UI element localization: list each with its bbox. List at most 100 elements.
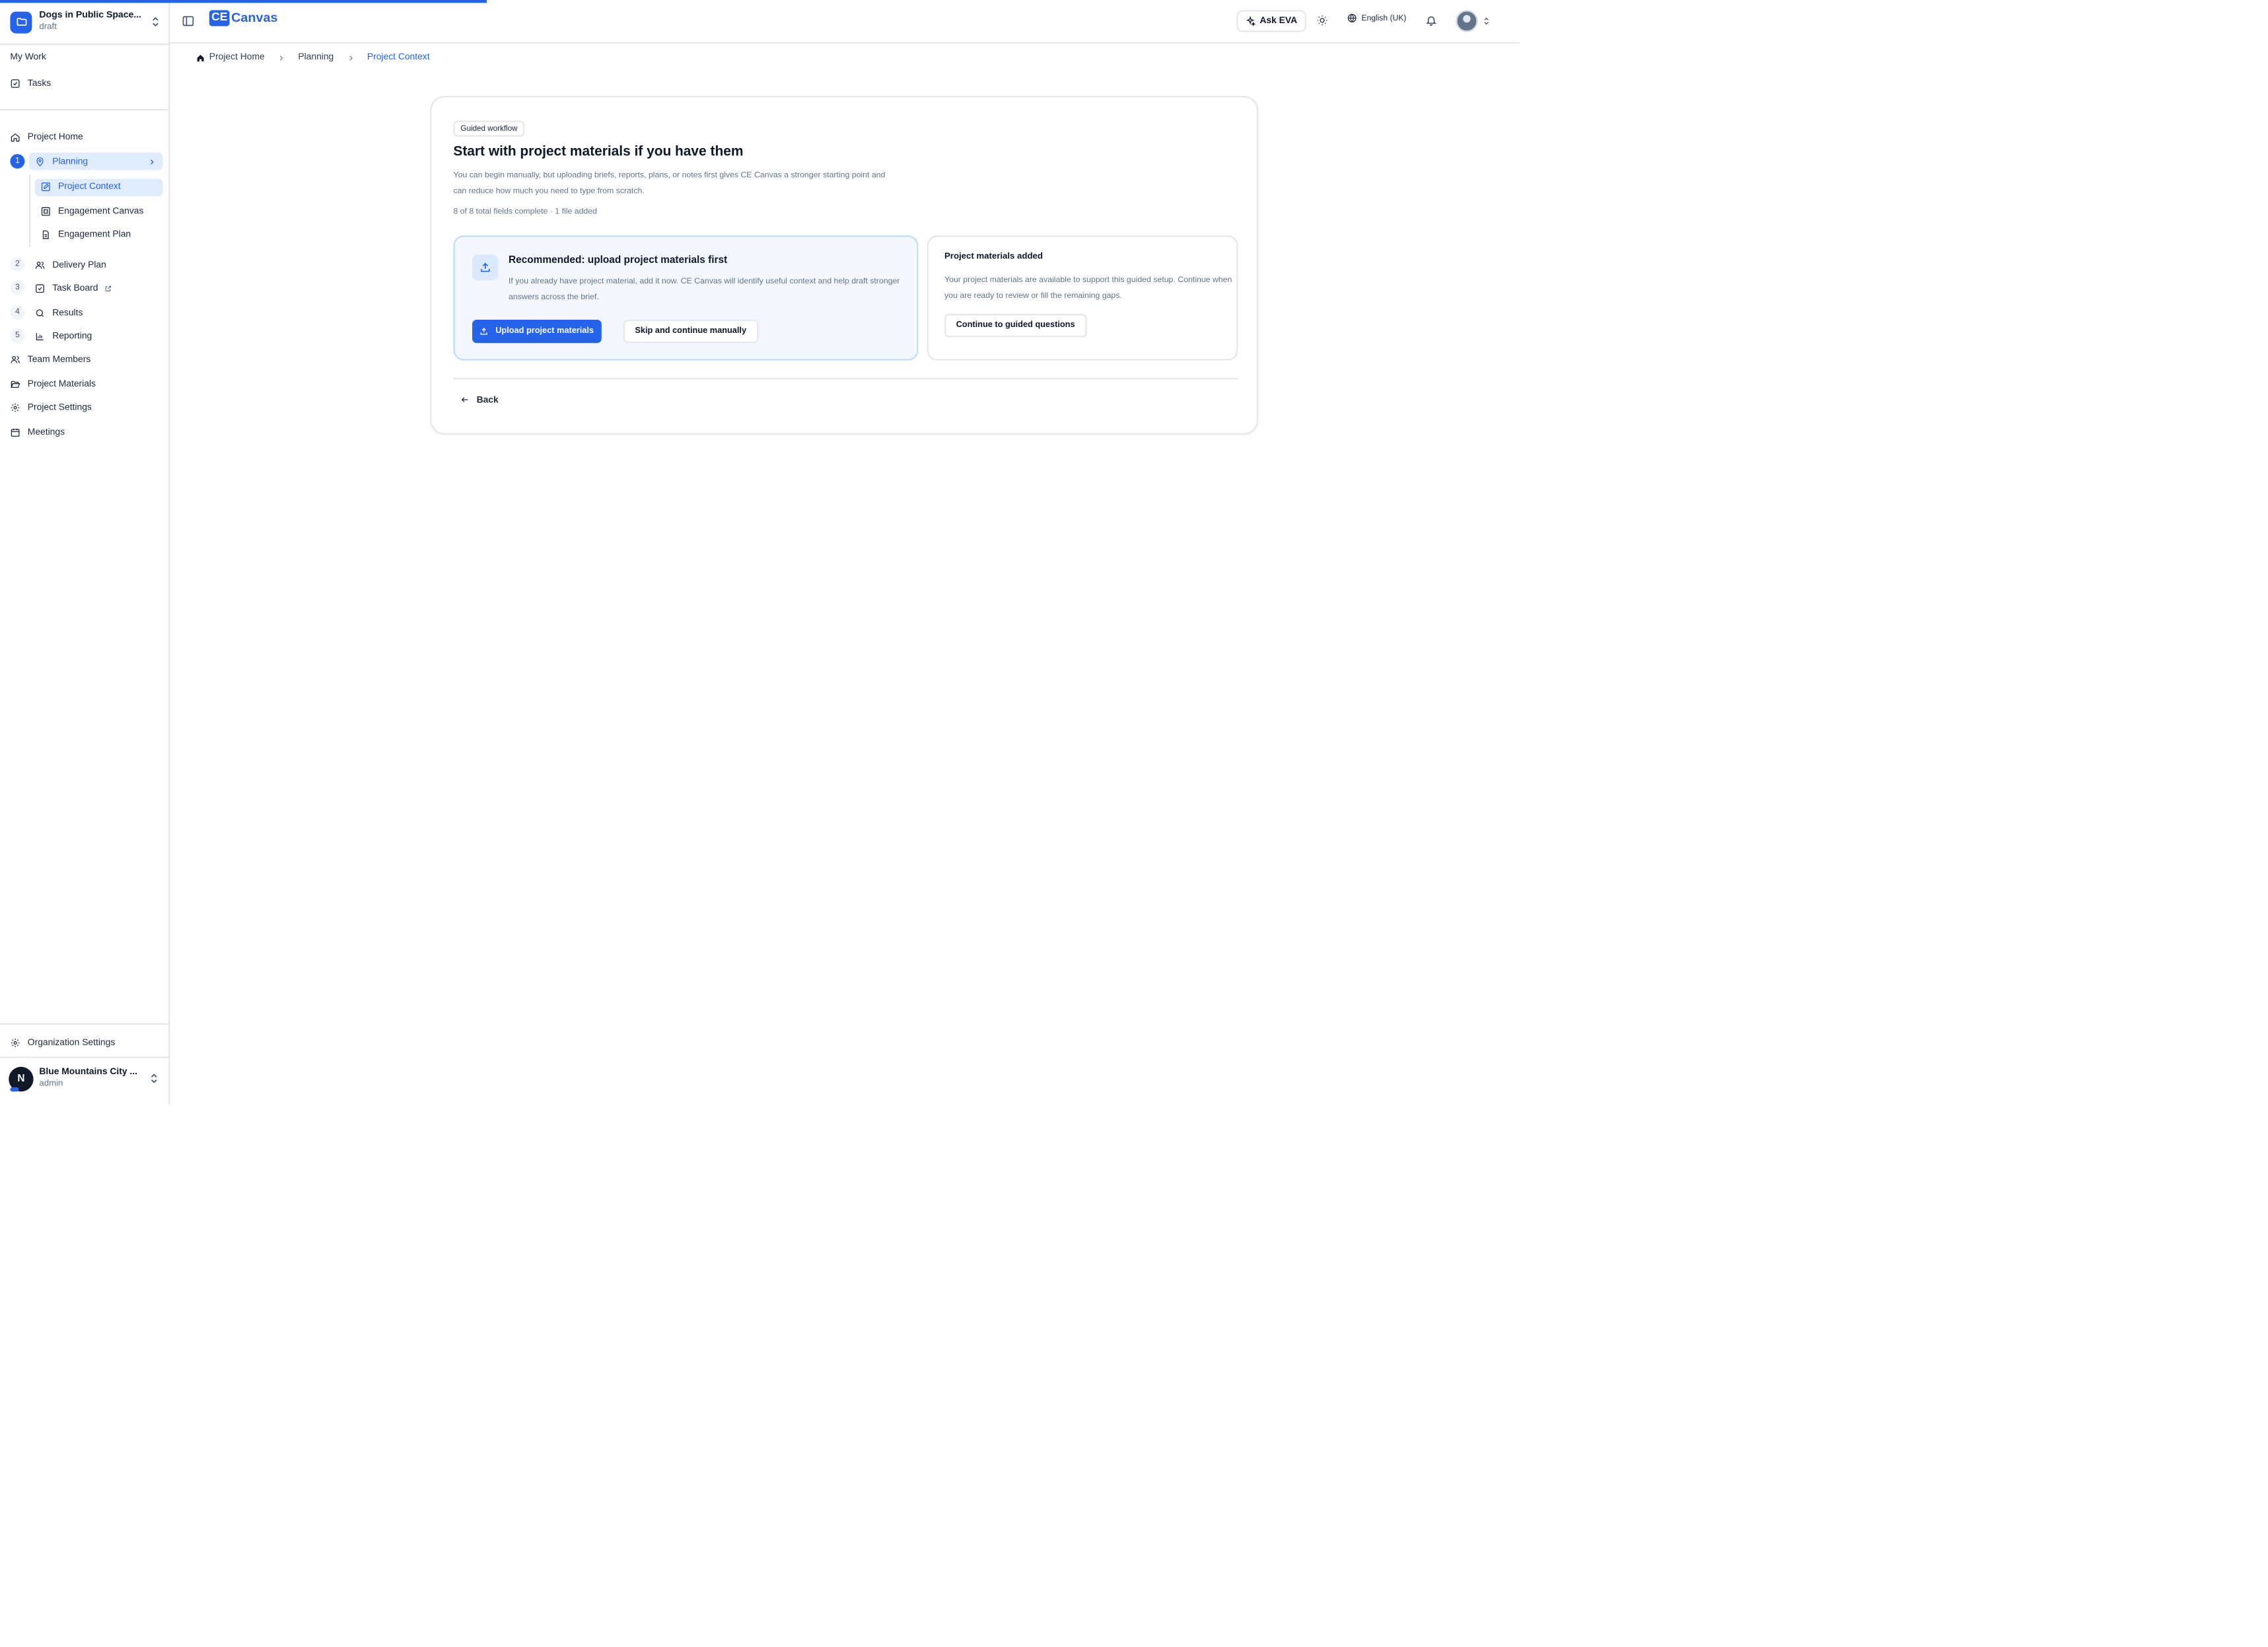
engagement-plan-label: Engagement Plan [58,229,131,240]
sidebar-divider [0,1056,170,1058]
chevrons-up-down-icon [151,1074,157,1083]
top-bar: CE Canvas Ask EVA English (UK) [170,0,1520,44]
guided-workflow-badge: Guided workflow [453,120,525,137]
sun-icon[interactable] [1316,15,1328,26]
engagement-canvas-label: Engagement Canvas [58,206,144,217]
step-badge-4: 4 [10,305,25,320]
breadcrumb-planning[interactable]: Planning [298,52,334,62]
user-role: admin [39,1080,63,1089]
chevron-right-icon [151,159,154,165]
delivery-plan-label: Delivery Plan [52,260,106,271]
chevrons-up-down-icon [153,17,159,27]
sidebar: Dogs in Public Space... draft My Work Ta… [0,0,170,1105]
arrow-left-icon [461,397,468,402]
skip-continue-manually-button[interactable]: Skip and continue manually [623,320,758,344]
ask-eva-button[interactable]: Ask EVA [1236,10,1306,32]
home-icon [11,133,20,142]
sidebar-item-tasks[interactable]: Tasks [10,75,51,91]
continue-guided-questions-button[interactable]: Continue to guided questions [944,314,1087,338]
checkbox-icon [36,284,44,293]
submenu-guide-line [29,174,31,247]
app-logo[interactable]: CE Canvas [209,10,278,26]
back-label: Back [476,394,499,405]
guided-workflow-card: Guided workflow Start with project mater… [430,96,1259,435]
back-button[interactable]: Back [460,392,499,407]
project-materials-label: Project Materials [27,379,96,390]
team-members-label: Team Members [27,354,91,365]
sidebar-item-planning-label-row: Planning [35,154,88,170]
language-label: English (UK) [1361,13,1407,23]
map-pin-icon [36,157,44,166]
chevron-right-icon [280,55,283,60]
user-avatar[interactable] [1456,10,1478,32]
project-home-label: Project Home [27,132,83,143]
breadcrumb-project-context: Project Context [367,52,430,63]
sidebar-toggle-icon[interactable] [182,15,195,28]
bell-icon[interactable] [1425,15,1437,26]
sidebar-subitem-engagement-canvas[interactable]: Engagement Canvas [41,203,144,219]
chevrons-up-down-icon[interactable] [1482,15,1491,28]
page-description: You can begin manually, but uploading br… [453,171,886,196]
sidebar-item-team-members[interactable]: Team Members [10,351,90,367]
language-selector[interactable]: English (UK) [1347,13,1406,23]
logo-ce-mark: CE [209,10,230,26]
upload-icon [472,254,499,281]
sidebar-divider [0,1023,170,1025]
organization-switcher[interactable]: N Blue Mountains City ... admin [9,1062,160,1094]
logo-wordmark: Canvas [231,11,278,26]
task-board-label: Task Board [52,283,98,294]
users-icon [35,262,45,269]
folder-open-icon [11,381,20,388]
calendar-icon [11,428,20,437]
edit-document-icon [41,182,50,192]
sidebar-divider [0,44,170,46]
card-divider [453,378,1238,380]
meetings-label: Meetings [27,427,65,438]
my-work-label: My Work [10,52,46,63]
completion-status: 8 of 8 total fields complete · 1 file ad… [453,207,597,217]
project-switcher[interactable]: Dogs in Public Space... draft [10,7,161,36]
checkbox-icon [11,79,20,88]
sidebar-item-delivery-plan[interactable]: Delivery Plan [35,257,106,273]
upload-project-materials-button[interactable]: Upload project materials [472,320,602,344]
sidebar-item-task-board[interactable]: Task Board [35,281,119,297]
organization-settings-label: Organization Settings [27,1037,116,1048]
sidebar-item-project-settings[interactable]: Project Settings [10,400,92,416]
step-badge-5: 5 [10,328,25,344]
step-badge-2: 2 [10,257,25,272]
upload-icon [480,328,487,335]
gear-icon [11,1039,20,1047]
app-root: Dogs in Public Space... draft My Work Ta… [0,0,1520,1105]
materials-added-panel: Project materials added Your project mat… [927,235,1238,361]
project-settings-label: Project Settings [27,402,92,413]
search-icon [36,309,44,317]
project-name: Dogs in Public Space... [39,9,142,20]
breadcrumb: Project Home Planning Project Context [196,51,430,64]
external-link-icon [104,285,111,291]
sidebar-subitem-project-context-row: Project Context [41,179,121,195]
results-label: Results [52,308,83,318]
chevron-right-icon [349,55,353,60]
project-status: draft [39,23,57,32]
globe-icon [1347,14,1357,22]
project-context-label: Project Context [58,182,121,192]
page-title: Start with project materials if you have… [453,143,744,160]
sidebar-item-project-materials[interactable]: Project Materials [10,377,96,392]
breadcrumb-project-home[interactable]: Project Home [209,52,265,62]
sidebar-divider [0,109,170,111]
recommended-upload-panel: Recommended: upload project materials fi… [453,235,919,361]
reporting-label: Reporting [52,331,92,342]
canvas-icon [41,207,50,216]
sidebar-item-organization-settings[interactable]: Organization Settings [10,1035,115,1050]
sidebar-item-results[interactable]: Results [35,305,83,321]
sidebar-item-reporting[interactable]: Reporting [35,328,92,344]
sidebar-item-project-home[interactable]: Project Home [10,129,83,145]
sparkles-icon [1246,16,1256,26]
organization-name: Blue Mountains City ... [39,1066,137,1077]
ask-eva-label: Ask EVA [1259,16,1298,26]
sidebar-subitem-engagement-plan[interactable]: Engagement Plan [41,227,131,242]
tasks-label: Tasks [27,78,52,89]
page-loading-bar [0,0,487,3]
gear-icon [11,403,20,412]
sidebar-item-meetings[interactable]: Meetings [10,424,65,440]
